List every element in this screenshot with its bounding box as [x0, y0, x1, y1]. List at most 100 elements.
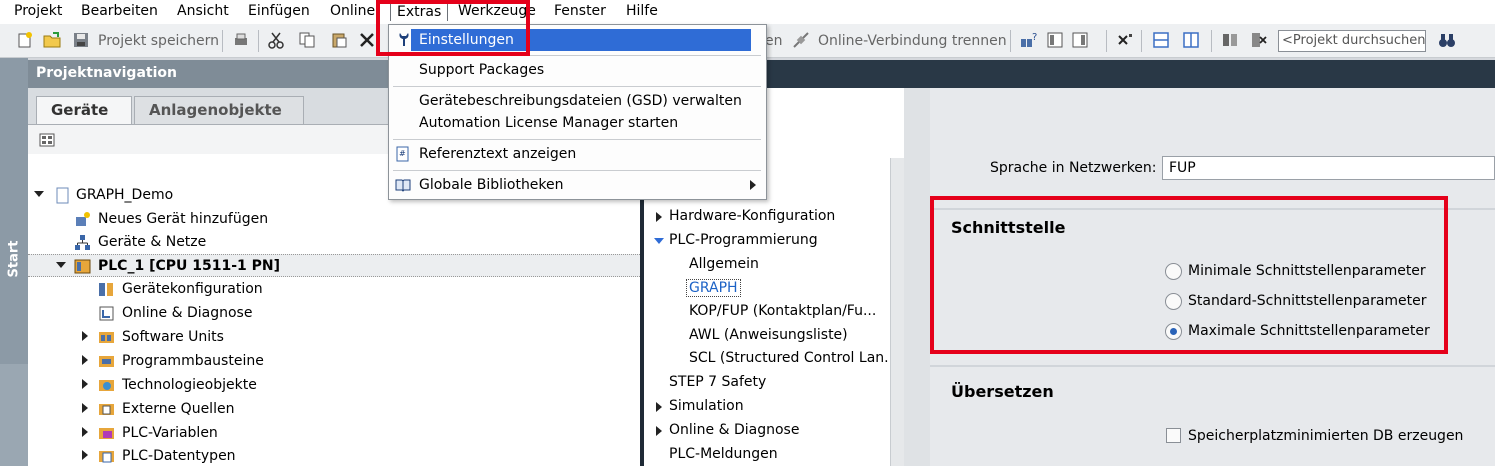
accessible-devices-icon[interactable]: ?: [1020, 31, 1038, 49]
radio-maximal-interface[interactable]: [1165, 323, 1182, 340]
radio-standard-interface[interactable]: [1165, 293, 1182, 310]
menu-online[interactable]: Online: [330, 3, 375, 19]
menu-bearbeiten[interactable]: Bearbeiten: [81, 3, 158, 19]
tree-item-devices-networks[interactable]: Geräte & Netze: [28, 231, 640, 254]
settings-item-label: PLC-Meldungen: [669, 446, 778, 462]
add-device-icon: [76, 212, 90, 226]
collapsed-arrow-icon[interactable]: [80, 427, 90, 437]
expanded-arrow-icon[interactable]: [34, 189, 44, 199]
svg-text:#: #: [399, 149, 406, 158]
collapsed-arrow-icon[interactable]: [80, 355, 90, 365]
copy-icon[interactable]: [298, 31, 316, 49]
tree-item-label: Externe Quellen: [122, 401, 235, 417]
overview-icon[interactable]: [38, 131, 56, 149]
tree-item-software-units[interactable]: Software Units: [28, 326, 640, 349]
toolbar-separator: [1106, 30, 1107, 52]
tree-item-external-sources[interactable]: Externe Quellen: [28, 398, 640, 421]
collapsed-arrow-icon[interactable]: [80, 403, 90, 413]
disconnect-icon[interactable]: [792, 31, 810, 49]
split-horizontal-icon[interactable]: [1046, 31, 1064, 49]
menu-item-support-packages[interactable]: Support Packages: [389, 59, 766, 81]
delete-icon[interactable]: [358, 31, 376, 49]
plc-tags-icon: [99, 428, 114, 439]
menu-separator: [393, 170, 761, 171]
collapsed-arrow-icon[interactable]: [654, 426, 664, 436]
open-project-icon[interactable]: [43, 31, 61, 49]
menu-extras[interactable]: Extras: [390, 2, 449, 21]
memory-minimized-db-checkbox[interactable]: [1166, 428, 1181, 443]
submenu-arrow-icon: [750, 180, 756, 190]
settings-item-label: PLC-Programmierung: [669, 232, 818, 248]
interface-section-title: Schnittstelle: [951, 218, 1066, 237]
radio-minimal-interface[interactable]: [1165, 263, 1182, 280]
menu-ansicht[interactable]: Ansicht: [177, 3, 229, 19]
split-vertical-icon[interactable]: [1071, 31, 1089, 49]
tree-item-add-device[interactable]: Neues Gerät hinzufügen: [28, 208, 640, 231]
menu-werkzeuge[interactable]: Werkzeuge: [458, 3, 536, 19]
tab-geraete[interactable]: Geräte: [36, 96, 132, 124]
print-icon[interactable]: [232, 31, 250, 49]
save-project-label[interactable]: Projekt speichern: [98, 33, 219, 49]
compare-icon[interactable]: [1221, 31, 1239, 49]
menu-item-global-libraries[interactable]: Globale Bibliotheken: [389, 174, 766, 196]
tab-anlagenobjekte[interactable]: Anlagenobjekte: [134, 96, 304, 124]
close-all-icon[interactable]: [1116, 31, 1134, 49]
save-project-icon[interactable]: [72, 31, 90, 49]
tree-item-label: PLC_1 [CPU 1511-1 PN]: [98, 258, 281, 274]
menu-hilfe[interactable]: Hilfe: [626, 3, 658, 19]
portal-start-bar-lower: [0, 364, 28, 466]
collapsed-arrow-icon[interactable]: [80, 450, 90, 460]
menu-separator: [393, 86, 761, 87]
split-editor-horizontal-icon[interactable]: [1152, 31, 1170, 49]
collapsed-arrow-icon[interactable]: [80, 331, 90, 341]
radio-label-maximal: Maximale Schnittstellenparameter: [1188, 323, 1430, 339]
split-editor-vertical-icon[interactable]: [1182, 31, 1200, 49]
paste-icon[interactable]: [330, 31, 348, 49]
settings-item-label: Hardware-Konfiguration: [669, 208, 836, 224]
program-blocks-icon: [99, 356, 114, 367]
menu-fenster[interactable]: Fenster: [554, 3, 606, 19]
portal-start-bar[interactable]: Start: [0, 58, 28, 466]
menu-item-label: Automation License Manager starten: [419, 115, 679, 131]
toolbar-separator: [1141, 30, 1142, 52]
reference-text-icon: #: [396, 146, 409, 162]
cross-reference-icon[interactable]: [1250, 31, 1268, 49]
tree-item-online-diagnose[interactable]: Online & Diagnose: [28, 302, 640, 325]
tree-item-label: Software Units: [122, 329, 224, 345]
menu-separator: [393, 139, 761, 140]
menu-item-label: Support Packages: [419, 62, 545, 78]
menu-item-reference-text[interactable]: # Referenztext anzeigen: [389, 143, 766, 165]
start-label: Start: [6, 240, 22, 278]
tree-item-label: PLC-Variablen: [122, 425, 218, 441]
expanded-arrow-icon[interactable]: [56, 260, 66, 270]
settings-tree-scrollbar[interactable]: [890, 158, 904, 466]
expanded-arrow-icon[interactable]: [654, 236, 664, 246]
collapsed-arrow-icon[interactable]: [80, 379, 90, 389]
cut-icon[interactable]: [267, 31, 285, 49]
tree-item-plc[interactable]: PLC_1 [CPU 1511-1 PN]: [28, 254, 640, 277]
menu-item-label: Globale Bibliotheken: [419, 177, 564, 193]
menu-item-license-manager[interactable]: Automation License Manager starten: [389, 112, 766, 134]
network-icon: [75, 235, 90, 250]
menu-item-gsd-manage[interactable]: Gerätebeschreibungsdateien (GSD) verwalt…: [389, 90, 766, 112]
go-online-label[interactable]: en: [765, 33, 783, 49]
tree-item-plc-tags[interactable]: PLC-Variablen: [28, 422, 640, 445]
checkbox-label-memory-minimized: Speicherplatzminimierten DB erzeugen: [1188, 428, 1464, 444]
device-config-icon: [99, 283, 113, 296]
tree-item-device-config[interactable]: Gerätekonfiguration: [28, 278, 640, 301]
search-binoculars-icon[interactable]: [1438, 31, 1456, 49]
new-project-icon[interactable]: [16, 31, 34, 49]
menu-projekt[interactable]: Projekt: [14, 3, 62, 19]
language-select[interactable]: FUP: [1162, 156, 1495, 180]
menu-item-einstellungen[interactable]: Einstellungen: [411, 29, 751, 51]
tree-item-label: Gerätekonfiguration: [122, 281, 263, 297]
collapsed-arrow-icon[interactable]: [654, 212, 664, 222]
tree-item-technology-objects[interactable]: Technologieobjekte: [28, 374, 640, 397]
tree-item-label: Technologieobjekte: [122, 377, 257, 393]
project-search-input[interactable]: <Projekt durchsuchen>: [1278, 30, 1426, 52]
disconnect-label[interactable]: Online-Verbindung trennen: [818, 33, 1007, 49]
menu-einfuegen[interactable]: Einfügen: [248, 3, 310, 19]
tree-item-plc-datatypes[interactable]: PLC-Datentypen: [28, 445, 640, 466]
collapsed-arrow-icon[interactable]: [654, 402, 664, 412]
tree-item-program-blocks[interactable]: Programmbausteine: [28, 350, 640, 373]
